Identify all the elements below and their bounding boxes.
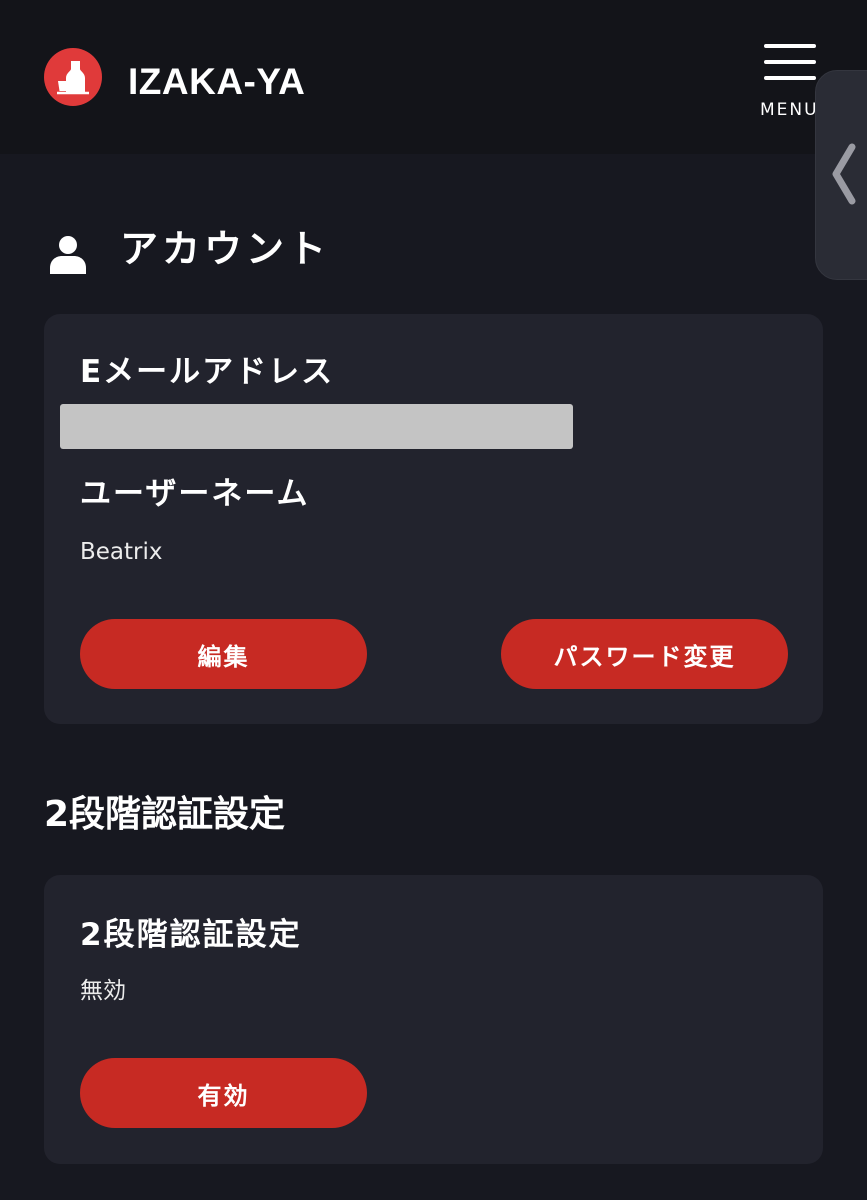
account-title: アカウント — [120, 227, 331, 271]
email-value — [60, 404, 573, 449]
account-card: Eメールアドレス ユーザーネーム Beatrix 編集 パスワード変更 — [44, 314, 823, 724]
two-factor-card: 2段階認証設定 無効 有効 — [44, 875, 823, 1164]
enable-two-factor-button[interactable]: 有効 — [80, 1058, 367, 1128]
username-label: ユーザーネーム — [80, 476, 310, 512]
chevron-left-icon — [832, 143, 856, 205]
app-header: IZAKA-YA MENU — [0, 0, 867, 154]
two-factor-status: 無効 — [80, 978, 126, 1004]
change-password-button[interactable]: パスワード変更 — [501, 619, 788, 689]
user-icon — [50, 236, 86, 274]
brand-title[interactable]: IZAKA-YA — [128, 60, 305, 104]
hamburger-icon-bar — [764, 76, 816, 80]
side-drawer-tab[interactable] — [815, 70, 867, 280]
hamburger-icon-bar — [764, 60, 816, 64]
hamburger-icon — [764, 44, 816, 48]
menu-label: MENU — [760, 100, 819, 120]
two-factor-label: 2段階認証設定 — [80, 917, 302, 953]
two-factor-section-title: 2段階認証設定 — [44, 794, 286, 835]
edit-button[interactable]: 編集 — [80, 619, 367, 689]
sake-bottle-icon[interactable] — [44, 48, 102, 106]
email-label: Eメールアドレス — [80, 354, 335, 390]
username-value: Beatrix — [80, 539, 163, 565]
